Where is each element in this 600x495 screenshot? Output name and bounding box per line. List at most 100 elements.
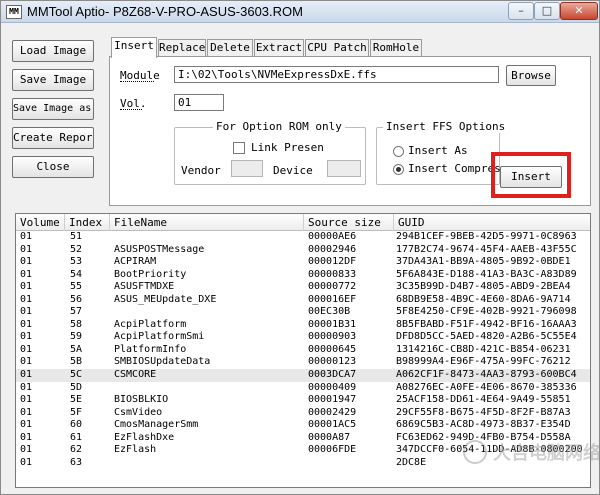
vol-field[interactable]: 01 [174, 94, 224, 111]
watermark-text: 大吉电脑网络 [493, 443, 600, 464]
cell-guid: DFD8D5CC-5AED-4820-A2B6-5C55E4 [396, 331, 577, 343]
column-header-index[interactable]: Index [65, 214, 110, 231]
insert-compress-radio[interactable] [393, 164, 404, 175]
table-row[interactable]: 01 54 BootPriority 00000833 5F6A843E-D188-41… [16, 268, 590, 282]
app-icon: MM [6, 5, 22, 19]
save-image-as-button[interactable]: Save Image as.. [12, 98, 94, 120]
cell-volume: 01 [20, 356, 33, 368]
cell-source-size: 0000A87 [308, 431, 351, 443]
tab-romhole[interactable]: RomHole [370, 39, 422, 57]
cell-volume: 01 [20, 381, 33, 393]
cell-volume: 01 [20, 306, 33, 318]
cell-guid: 25ACF158-DD61-4E64-9A49-55851 [396, 394, 571, 406]
column-header-filename[interactable]: FileName [110, 214, 304, 231]
table-row[interactable]: 01 55 ASUSFTMDXE 00000772 3C35B99D-D4B7-4805… [16, 281, 590, 294]
tab-extract[interactable]: Extract [254, 39, 304, 57]
column-header-source-size[interactable]: Source size [304, 214, 394, 231]
cell-volume: 01 [20, 394, 33, 406]
cell-index: 62 [70, 444, 83, 456]
column-header-volume[interactable]: Volume [16, 214, 65, 231]
option-rom-title: For Option ROM only [213, 120, 345, 133]
maximize-button[interactable]: □ [534, 2, 560, 20]
create-report-button[interactable]: Create Report [12, 127, 94, 149]
table-row[interactable]: 01 5C CSMCORE 0003DCA7 A062CF1F-8473-4AA3-87… [16, 369, 590, 382]
minimize-button[interactable]: – [508, 2, 534, 20]
table-row[interactable]: 01 52 ASUSPOSTMessage 00002946 177B2C74-9674… [16, 243, 590, 257]
cell-guid: 68DB9E58-4B9C-4E60-8DA6-9A714 [396, 293, 571, 305]
cell-volume: 01 [20, 293, 33, 305]
tab-cpu-patch[interactable]: CPU Patch [305, 39, 369, 57]
table-row[interactable]: 01 51 00000AE6 294B1CEF-9BEB-42D5-9971-0C89… [16, 231, 590, 244]
load-image-button[interactable]: Load Image [12, 40, 94, 62]
cell-filename: AcpiPlatform [114, 318, 187, 330]
cell-volume: 01 [20, 318, 33, 330]
insert-as-radio[interactable] [393, 146, 404, 157]
cell-index: 63 [70, 456, 83, 468]
cell-source-size: 00006FDE [308, 444, 357, 456]
vendor-field[interactable] [231, 160, 263, 177]
table-row[interactable]: 01 56 ASUS_MEUpdate_DXE 000016EF 68DB9E58-4B… [16, 293, 590, 307]
device-field[interactable] [327, 160, 361, 177]
cell-source-size: 00001B31 [308, 318, 357, 330]
browse-button[interactable]: Browse [506, 65, 556, 86]
table-row[interactable]: 01 5A PlatformInfo 00000645 1314216C-CB8D-42… [16, 343, 590, 357]
watermark: 大吉电脑网络 [463, 437, 599, 467]
cell-source-size: 00000409 [308, 381, 357, 393]
cell-source-size: 00001AC5 [308, 419, 357, 431]
insert-button-highlight [491, 152, 571, 198]
mmtool-window: MM MMTool Aptio- P8Z68-V-PRO-ASUS-3603.R… [0, 0, 600, 495]
tab-delete[interactable]: Delete [207, 39, 253, 57]
table-row[interactable]: 01 5E BIOSBLKIO 00001947 25ACF158-DD61-4E64-… [16, 394, 590, 407]
title-bar[interactable]: MM MMTool Aptio- P8Z68-V-PRO-ASUS-3603.R… [1, 1, 599, 23]
cell-filename: EzFlash [114, 444, 157, 456]
table-row[interactable]: 01 53 ACPIRAM 000012DF 37DA43A1-BB9A-4805-9B… [16, 256, 590, 269]
cell-index: 60 [70, 419, 83, 431]
cell-index: 61 [70, 431, 83, 443]
cell-index: 51 [70, 231, 83, 242]
cell-guid: A062CF1F-8473-4AA3-8793-600BC4 [396, 369, 577, 381]
cell-volume: 01 [20, 419, 33, 431]
cell-index: 54 [70, 268, 83, 280]
cell-filename: BootPriority [114, 268, 187, 280]
table-row[interactable]: 01 60 CmosManagerSmm 00001AC5 6869C5B3-AC8D-… [16, 419, 590, 432]
cell-filename: SMBIOSUpdateData [114, 356, 211, 368]
link-present-label: Link Presen [251, 141, 324, 154]
cell-filename: AcpiPlatformSmi [114, 331, 205, 343]
cell-guid: 5F8E4250-CF9E-402B-9921-796098 [396, 306, 577, 318]
cell-guid: 6869C5B3-AC8D-4973-8B37-E354D [396, 419, 571, 431]
tab-insert[interactable]: Insert [111, 37, 157, 58]
close-window-button[interactable]: ✕ [560, 2, 598, 20]
module-path-field[interactable]: I:\02\Tools\NVMeExpressDxE.ffs [174, 66, 499, 83]
cell-index: 52 [70, 243, 83, 255]
cell-filename: ASUSPOSTMessage [114, 243, 205, 255]
cell-source-size: 00001947 [308, 394, 357, 406]
cell-index: 56 [70, 293, 83, 305]
tab-replace[interactable]: Replace [158, 39, 206, 57]
cell-volume: 01 [20, 456, 33, 468]
cell-volume: 01 [20, 256, 33, 268]
cell-index: 5C [70, 369, 83, 381]
save-image-button[interactable]: Save Image [12, 69, 94, 91]
cell-index: 5B [70, 356, 83, 368]
cell-filename: BIOSBLKIO [114, 394, 169, 406]
cell-filename: CSMCORE [114, 369, 157, 381]
table-row[interactable]: 01 58 AcpiPlatform 00001B31 8B5FBABD-F51F-49… [16, 318, 590, 332]
cell-index: 59 [70, 331, 83, 343]
vendor-label: Vendor [181, 164, 221, 177]
cell-guid: 1314216C-CB8D-421C-B854-06231 [396, 343, 571, 355]
cell-volume: 01 [20, 431, 33, 443]
option-rom-group: For Option ROM only Link Presen Vendor D… [174, 120, 366, 185]
table-row[interactable]: 01 59 AcpiPlatformSmi 00000903 DFD8D5CC-5AED… [16, 331, 590, 344]
cell-filename: CsmVideo [114, 406, 163, 418]
table-row[interactable]: 01 57 00EC30B 5F8E4250-CF9E-402B-9921-79609… [16, 306, 590, 319]
cell-source-size: 000016EF [308, 293, 357, 305]
table-row[interactable]: 01 5F CsmVideo 00002429 29CF55F8-B675-4F5D-8… [16, 406, 590, 420]
vol-label-underline [120, 109, 142, 110]
cell-source-size: 00000772 [308, 281, 357, 293]
table-row[interactable]: 01 5B SMBIOSUpdateData 00000123 B98999A4-E96… [16, 356, 590, 369]
close-button[interactable]: Close [12, 156, 94, 178]
link-present-checkbox[interactable] [233, 142, 245, 154]
table-row[interactable]: 01 5D 00000409 A08276EC-A0FE-4E06-8670-3853… [16, 381, 590, 395]
column-header-guid[interactable]: GUID [394, 214, 590, 231]
cell-filename: ACPIRAM [114, 256, 157, 268]
